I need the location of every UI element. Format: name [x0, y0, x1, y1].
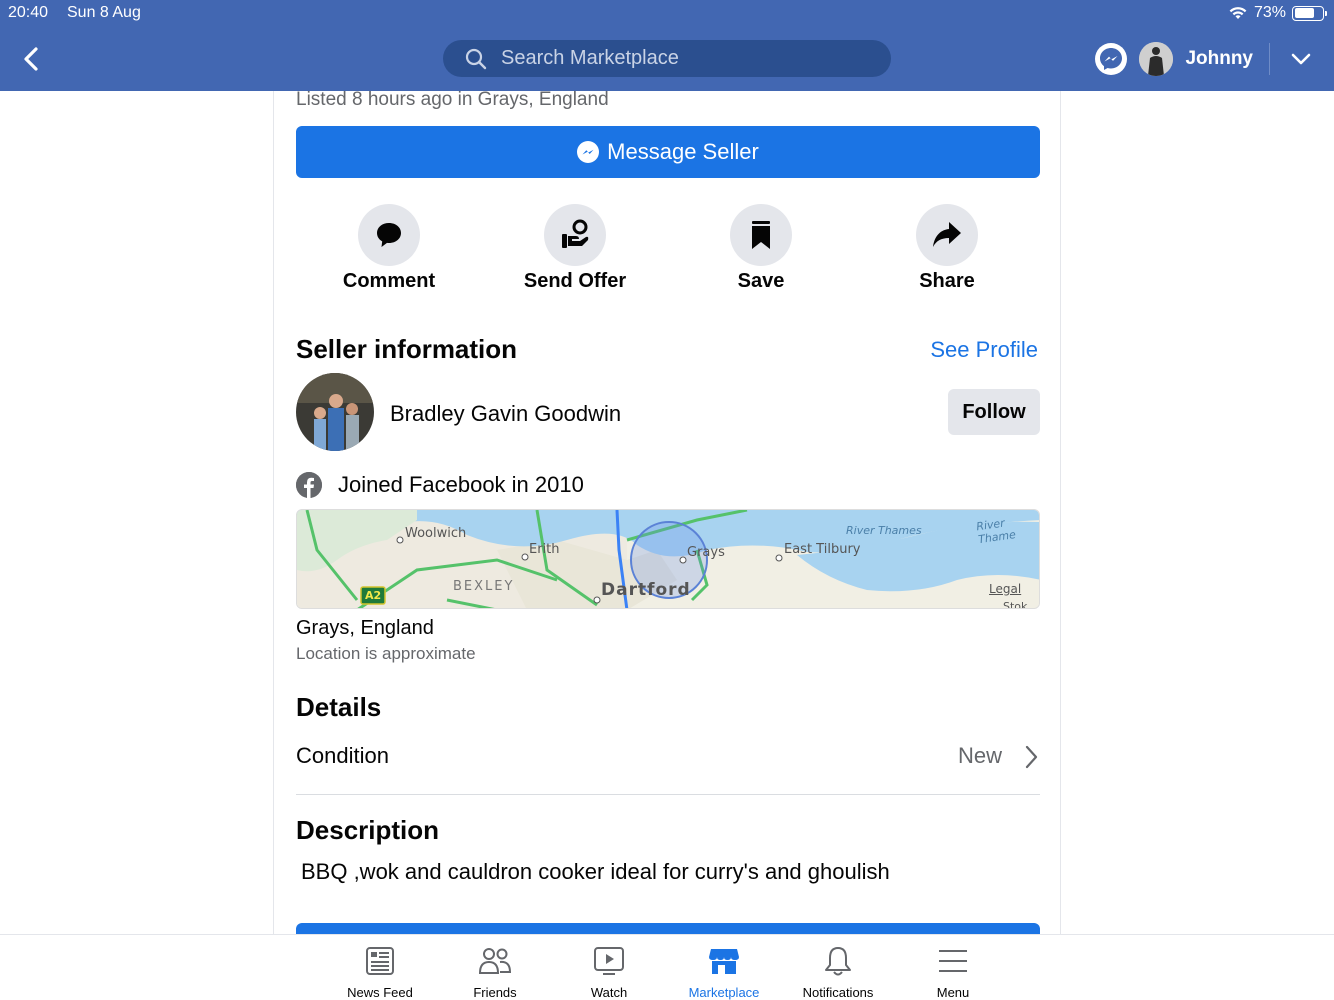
- status-bar: 20:40 Sun 8 Aug 73%: [0, 0, 1334, 26]
- messenger-icon: [1100, 47, 1123, 70]
- map-label: Erith: [529, 542, 560, 557]
- seller-avatar[interactable]: [296, 373, 374, 451]
- back-button[interactable]: [16, 42, 46, 76]
- condition-label: Condition: [296, 743, 389, 768]
- seller-row: Bradley Gavin Goodwin Follow: [296, 373, 1040, 453]
- condition-value: New: [957, 743, 1002, 768]
- location-note: Location is approximate: [296, 644, 476, 663]
- bottom-tab-bar: News Feed Friends Watch Marketplace Noti…: [0, 934, 1334, 1000]
- joined-text: Joined Facebook in 2010: [338, 472, 584, 497]
- nav-right: Johnny: [1095, 26, 1334, 91]
- tab-label: Marketplace: [688, 985, 760, 1000]
- chevron-down-icon: [1291, 53, 1311, 64]
- status-time: 20:40: [8, 4, 49, 21]
- location-city: Grays, England: [296, 617, 434, 639]
- messenger-icon: [577, 141, 600, 163]
- tab-label: Watch: [590, 985, 628, 1000]
- condition-row[interactable]: Condition New: [296, 731, 1040, 795]
- nav-divider: [1269, 42, 1270, 75]
- message-seller-button[interactable]: Message Seller: [296, 126, 1040, 178]
- menu-icon: [896, 943, 1010, 979]
- map-legal-link[interactable]: Legal: [989, 582, 1021, 596]
- tab-watch[interactable]: Watch: [552, 943, 666, 1000]
- comment-icon: [358, 204, 420, 266]
- username[interactable]: Johnny: [1185, 48, 1253, 70]
- messenger-button[interactable]: [1095, 42, 1128, 75]
- search-bar[interactable]: [443, 40, 891, 77]
- user-avatar[interactable]: [1139, 41, 1174, 76]
- share-icon: [916, 204, 978, 266]
- search-input[interactable]: [501, 47, 861, 70]
- map-label: Stok: [1003, 600, 1028, 609]
- status-right: 73%: [1228, 4, 1327, 22]
- search-icon: [465, 48, 487, 69]
- account-menu-button[interactable]: [1286, 44, 1316, 74]
- road-sign-label: A2: [365, 589, 382, 602]
- map-label: BEXLEY: [453, 579, 515, 594]
- battery-icon: [1292, 5, 1327, 21]
- avatar-image: [1139, 41, 1174, 76]
- map-label: River Thames: [846, 524, 922, 537]
- status-date: Sun 8 Aug: [67, 4, 141, 21]
- save-button[interactable]: Save: [668, 204, 854, 293]
- map-label: Grays: [687, 545, 725, 560]
- bell-icon: [781, 943, 895, 979]
- location-map[interactable]: Woolwich Erith Grays East Tilbury River …: [296, 509, 1040, 609]
- share-button[interactable]: Share: [854, 204, 1040, 293]
- send-offer-button[interactable]: Send Offer: [482, 204, 668, 293]
- tab-label: Friends: [473, 985, 517, 1000]
- description-title: Description: [296, 815, 440, 845]
- comment-label: Comment: [342, 270, 436, 292]
- tab-menu[interactable]: Menu: [896, 943, 1010, 1000]
- save-label: Save: [737, 270, 785, 292]
- seller-info-title: Seller information: [296, 334, 518, 364]
- partial-button[interactable]: [296, 923, 1040, 934]
- see-profile-link[interactable]: See Profile: [930, 337, 1038, 363]
- action-row: Comment Send Offer Save Share: [296, 204, 1040, 299]
- friends-icon: [438, 943, 552, 979]
- top-nav: Johnny: [0, 26, 1334, 91]
- map-label: Woolwich: [405, 526, 467, 541]
- map-label: East Tilbury: [784, 542, 861, 557]
- wifi-icon: [1229, 7, 1247, 19]
- chevron-right-icon: [1025, 745, 1038, 769]
- bookmark-icon: [730, 204, 792, 266]
- tab-notifications[interactable]: Notifications: [781, 943, 895, 1000]
- tab-label: Notifications: [802, 985, 874, 1000]
- tab-label: News Feed: [347, 985, 413, 1000]
- send-offer-icon: [544, 204, 606, 266]
- listing-content[interactable]: Listed 8 hours ago in Grays, England Mes…: [273, 91, 1061, 934]
- seller-photo: [296, 373, 374, 451]
- send-offer-label: Send Offer: [523, 270, 627, 292]
- map-label: Dartford: [601, 580, 691, 600]
- message-seller-label: Message Seller: [607, 139, 759, 164]
- share-label: Share: [919, 270, 975, 292]
- tab-friends[interactable]: Friends: [438, 943, 552, 1000]
- watch-icon: [552, 943, 666, 979]
- tab-news-feed[interactable]: News Feed: [323, 943, 437, 1000]
- battery-percent: 73%: [1253, 4, 1286, 21]
- tab-label: Menu: [936, 985, 970, 1000]
- marketplace-icon: [667, 943, 781, 979]
- joined-info: Joined Facebook in 2010: [296, 472, 584, 498]
- facebook-icon: [296, 472, 322, 498]
- chevron-left-icon: [24, 47, 38, 71]
- tab-marketplace[interactable]: Marketplace: [667, 943, 781, 1000]
- details-title: Details: [296, 692, 382, 722]
- comment-button[interactable]: Comment: [296, 204, 482, 293]
- description-text: BBQ ,wok and cauldron cooker ideal for c…: [301, 859, 890, 884]
- seller-name[interactable]: Bradley Gavin Goodwin: [390, 401, 621, 427]
- news-feed-icon: [323, 943, 437, 979]
- follow-button[interactable]: Follow: [948, 389, 1040, 435]
- listed-time: Listed 8 hours ago in Grays, England: [296, 91, 609, 110]
